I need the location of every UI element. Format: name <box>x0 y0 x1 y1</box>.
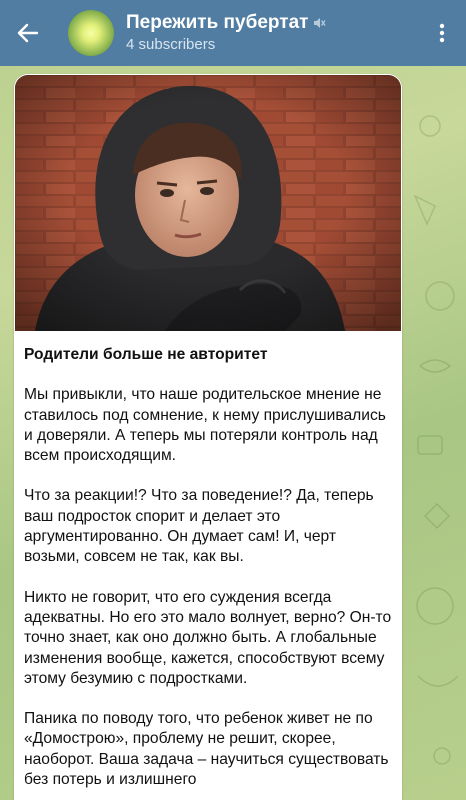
channel-avatar[interactable] <box>68 10 114 56</box>
post-paragraph: Что за реакции!? Что за поведение!? Да, … <box>24 487 374 566</box>
more-vertical-icon <box>439 23 445 43</box>
arrow-left-icon <box>17 23 39 43</box>
subscriber-count: 4 subscribers <box>126 35 216 53</box>
channel-title: Пережить пубертат <box>126 11 309 33</box>
post-paragraph: Никто не говорит, что его суждения всегд… <box>24 588 392 687</box>
photo-teen-in-hoodie <box>15 75 401 331</box>
post-paragraph: Мы привыкли, что наше родительское мнени… <box>24 386 386 465</box>
post-photo[interactable] <box>15 75 401 331</box>
speaker-muted-icon <box>312 16 326 30</box>
post-title: Родители больше не авторитет <box>24 346 268 363</box>
chat-header: Пережить пубертат 4 subscribers <box>0 0 466 66</box>
more-menu-button[interactable] <box>418 0 466 66</box>
back-button[interactable] <box>0 0 56 66</box>
post-text: Родители больше не авторитет Мы привыкли… <box>14 331 402 790</box>
channel-info[interactable]: Пережить пубертат 4 subscribers <box>126 12 418 55</box>
message-bubble[interactable]: Родители больше не авторитет Мы привыкли… <box>14 74 402 800</box>
post-paragraph: Паника по поводу того, что ребенок живет… <box>24 710 389 789</box>
